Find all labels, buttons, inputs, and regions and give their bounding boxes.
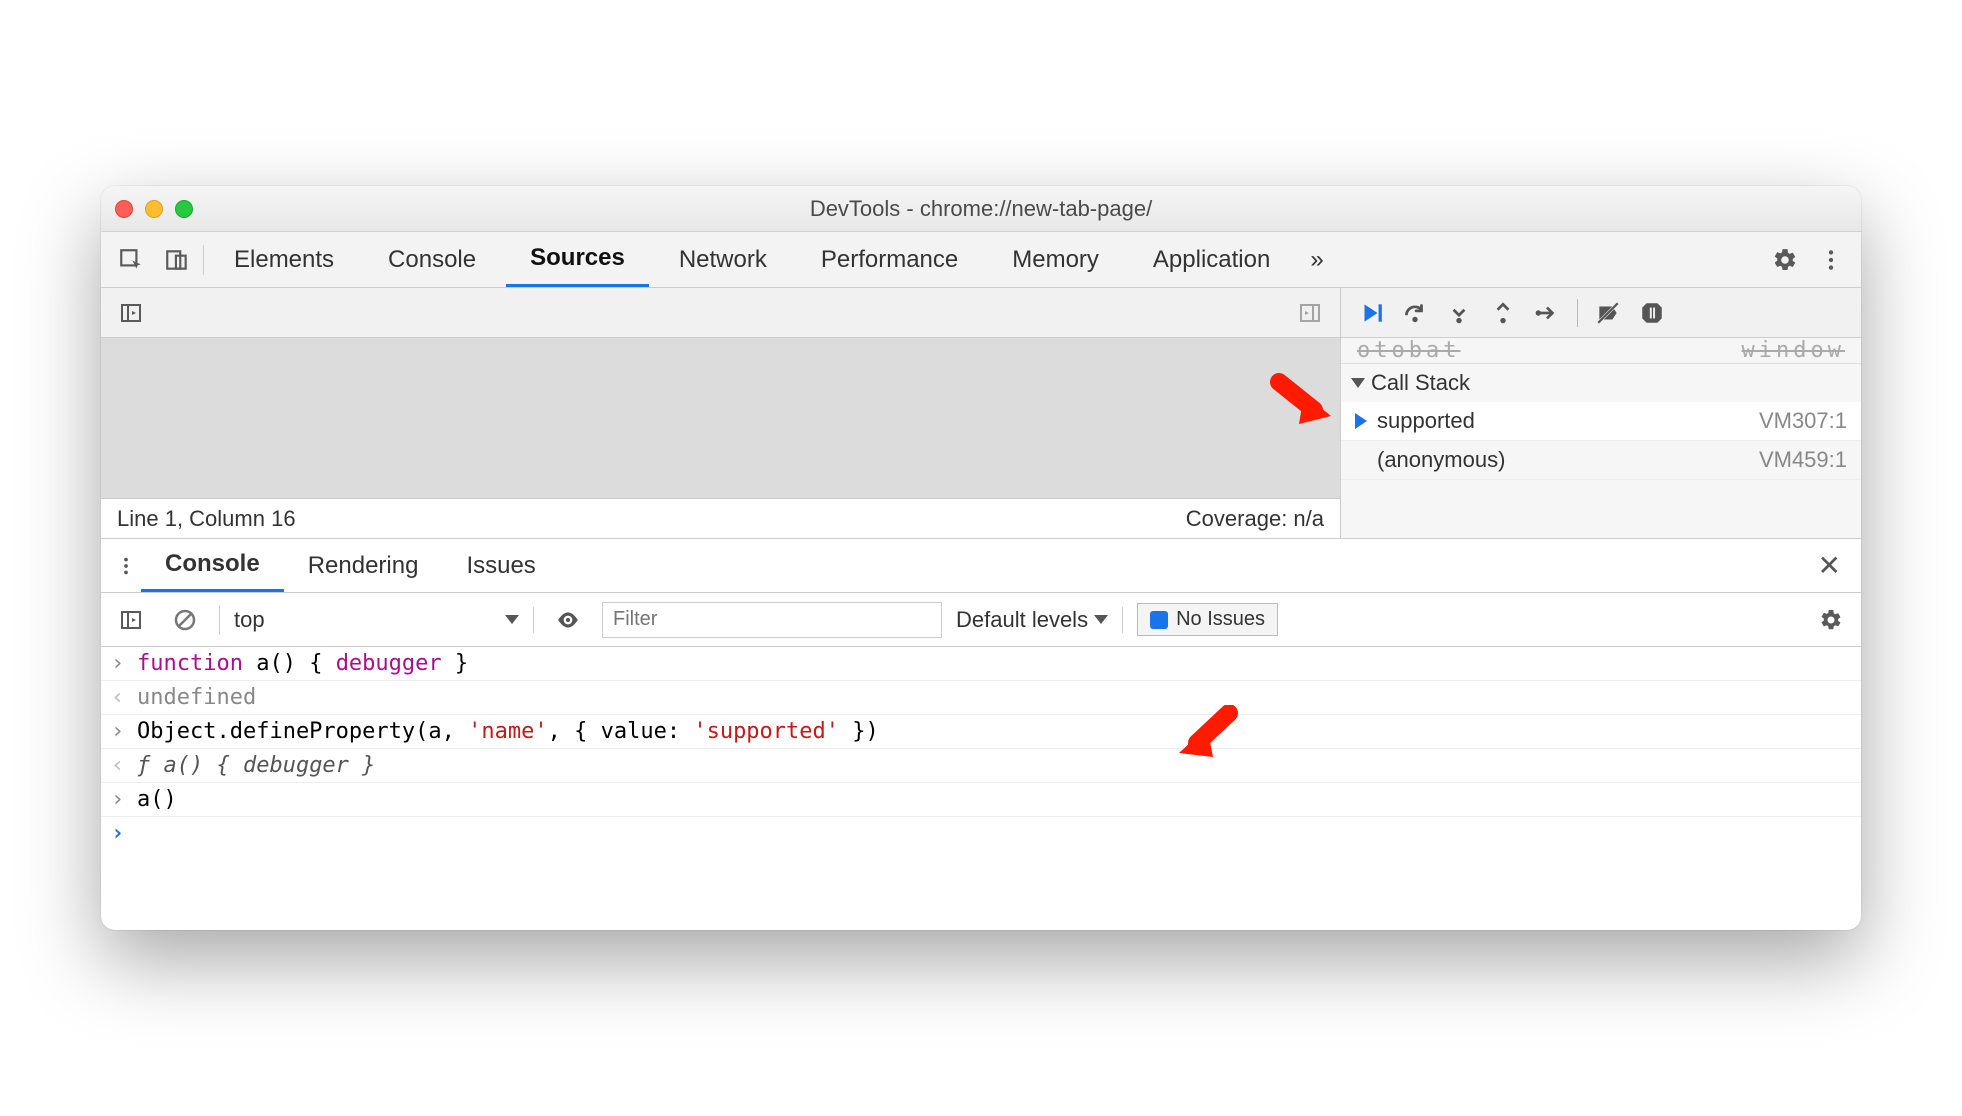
prompt-marker-icon: › <box>111 821 137 846</box>
device-toolbar-icon[interactable] <box>157 240 197 280</box>
navigator-toggle-icon[interactable] <box>111 293 151 333</box>
console-result: undefined <box>137 685 1851 710</box>
frame-name: supported <box>1377 408 1475 434</box>
collapse-triangle-icon <box>1351 378 1365 388</box>
drawer: Console Rendering Issues ✕ top Defa <box>101 538 1861 930</box>
tab-memory[interactable]: Memory <box>988 232 1123 287</box>
resume-icon[interactable] <box>1353 295 1389 331</box>
console-filter-input[interactable] <box>602 602 942 638</box>
step-into-icon[interactable] <box>1441 295 1477 331</box>
console-toolbar: top Default levels No Issues <box>101 593 1861 647</box>
context-label: top <box>234 607 265 633</box>
kebab-menu-icon[interactable] <box>1811 240 1851 280</box>
input-marker-icon: › <box>111 719 137 744</box>
editor-body[interactable] <box>101 338 1340 498</box>
tab-application[interactable]: Application <box>1129 232 1294 287</box>
log-levels-select[interactable]: Default levels <box>956 607 1123 633</box>
tab-network[interactable]: Network <box>655 232 791 287</box>
chevron-down-icon <box>505 615 519 624</box>
console-log[interactable]: › function a() { debugger } ‹ undefined … <box>101 647 1861 930</box>
execution-context-select[interactable]: top <box>234 607 534 633</box>
call-stack-pane: otobat window Call Stack supported VM307… <box>1341 338 1861 538</box>
more-tabs-icon[interactable]: » <box>1300 246 1333 274</box>
editor-pane: Line 1, Column 16 Coverage: n/a <box>101 338 1341 538</box>
window-title: DevTools - chrome://new-tab-page/ <box>101 196 1861 222</box>
console-sidebar-toggle-icon[interactable] <box>111 600 151 640</box>
divider <box>1577 299 1578 327</box>
sources-toolbar-left <box>101 288 1341 337</box>
input-marker-icon: › <box>111 651 137 676</box>
coverage-status: Coverage: n/a <box>1186 506 1324 532</box>
console-input-row: › a() <box>101 783 1861 817</box>
pause-exceptions-icon[interactable] <box>1634 295 1670 331</box>
tab-sources[interactable]: Sources <box>506 232 649 287</box>
main-tabs: Elements Console Sources Network Perform… <box>101 232 1861 288</box>
clear-console-icon[interactable] <box>165 600 205 640</box>
console-code: a() <box>137 787 1851 812</box>
obscured-text: otobat <box>1357 338 1460 363</box>
drawer-tabs: Console Rendering Issues ✕ <box>101 539 1861 593</box>
frame-location: VM307:1 <box>1759 408 1847 434</box>
output-marker-icon: ‹ <box>111 753 137 778</box>
levels-label: Default levels <box>956 607 1088 633</box>
frame-location: VM459:1 <box>1759 447 1847 473</box>
call-stack-frame[interactable]: (anonymous) VM459:1 <box>1341 441 1861 480</box>
divider <box>219 605 220 635</box>
issues-badge[interactable]: No Issues <box>1137 603 1278 636</box>
tab-performance[interactable]: Performance <box>797 232 982 287</box>
console-input-row: › Object.defineProperty(a, 'name', { val… <box>101 715 1861 749</box>
editor-status-bar: Line 1, Column 16 Coverage: n/a <box>101 498 1340 538</box>
console-result: ƒ a() { debugger } <box>137 753 1851 778</box>
drawer-tab-rendering[interactable]: Rendering <box>284 539 443 592</box>
divider <box>203 245 204 275</box>
drawer-menu-icon[interactable] <box>111 551 141 581</box>
console-output-row: ‹ ƒ a() { debugger } <box>101 749 1861 783</box>
console-prompt-row[interactable]: › <box>101 817 1861 850</box>
call-stack-frame[interactable]: supported VM307:1 <box>1341 402 1861 441</box>
console-code: Object.defineProperty(a, 'name', { value… <box>137 719 1851 744</box>
drawer-tab-issues[interactable]: Issues <box>442 539 559 592</box>
obscured-text: window <box>1742 338 1845 363</box>
frame-name: (anonymous) <box>1377 447 1505 473</box>
sources-toolbar-row <box>101 288 1861 338</box>
call-stack-header[interactable]: Call Stack <box>1341 364 1861 402</box>
output-marker-icon: ‹ <box>111 685 137 710</box>
devtools-window: DevTools - chrome://new-tab-page/ Elemen… <box>101 186 1861 930</box>
current-frame-arrow-icon <box>1355 413 1367 429</box>
call-stack-title: Call Stack <box>1371 370 1470 396</box>
issues-text: No Issues <box>1176 608 1265 631</box>
console-settings-icon[interactable] <box>1811 600 1851 640</box>
step-out-icon[interactable] <box>1485 295 1521 331</box>
console-code: function a() { debugger } <box>137 651 1851 676</box>
chevron-down-icon <box>1094 615 1108 624</box>
step-icon[interactable] <box>1529 295 1565 331</box>
tab-elements[interactable]: Elements <box>210 232 358 287</box>
debugger-toolbar <box>1341 288 1861 337</box>
drawer-close-icon[interactable]: ✕ <box>1808 549 1851 582</box>
drawer-tab-console[interactable]: Console <box>141 539 284 592</box>
input-marker-icon: › <box>111 787 137 812</box>
issues-icon <box>1150 611 1168 629</box>
step-over-icon[interactable] <box>1397 295 1433 331</box>
tab-console[interactable]: Console <box>364 232 500 287</box>
debugger-toggle-icon[interactable] <box>1290 293 1330 333</box>
titlebar: DevTools - chrome://new-tab-page/ <box>101 186 1861 232</box>
live-expression-icon[interactable] <box>548 600 588 640</box>
deactivate-breakpoints-icon[interactable] <box>1590 295 1626 331</box>
console-output-row: ‹ undefined <box>101 681 1861 715</box>
cursor-position: Line 1, Column 16 <box>117 506 296 532</box>
console-input-row: › function a() { debugger } <box>101 647 1861 681</box>
settings-icon[interactable] <box>1765 240 1805 280</box>
inspect-element-icon[interactable] <box>111 240 151 280</box>
sources-middle: Line 1, Column 16 Coverage: n/a otobat w… <box>101 338 1861 538</box>
